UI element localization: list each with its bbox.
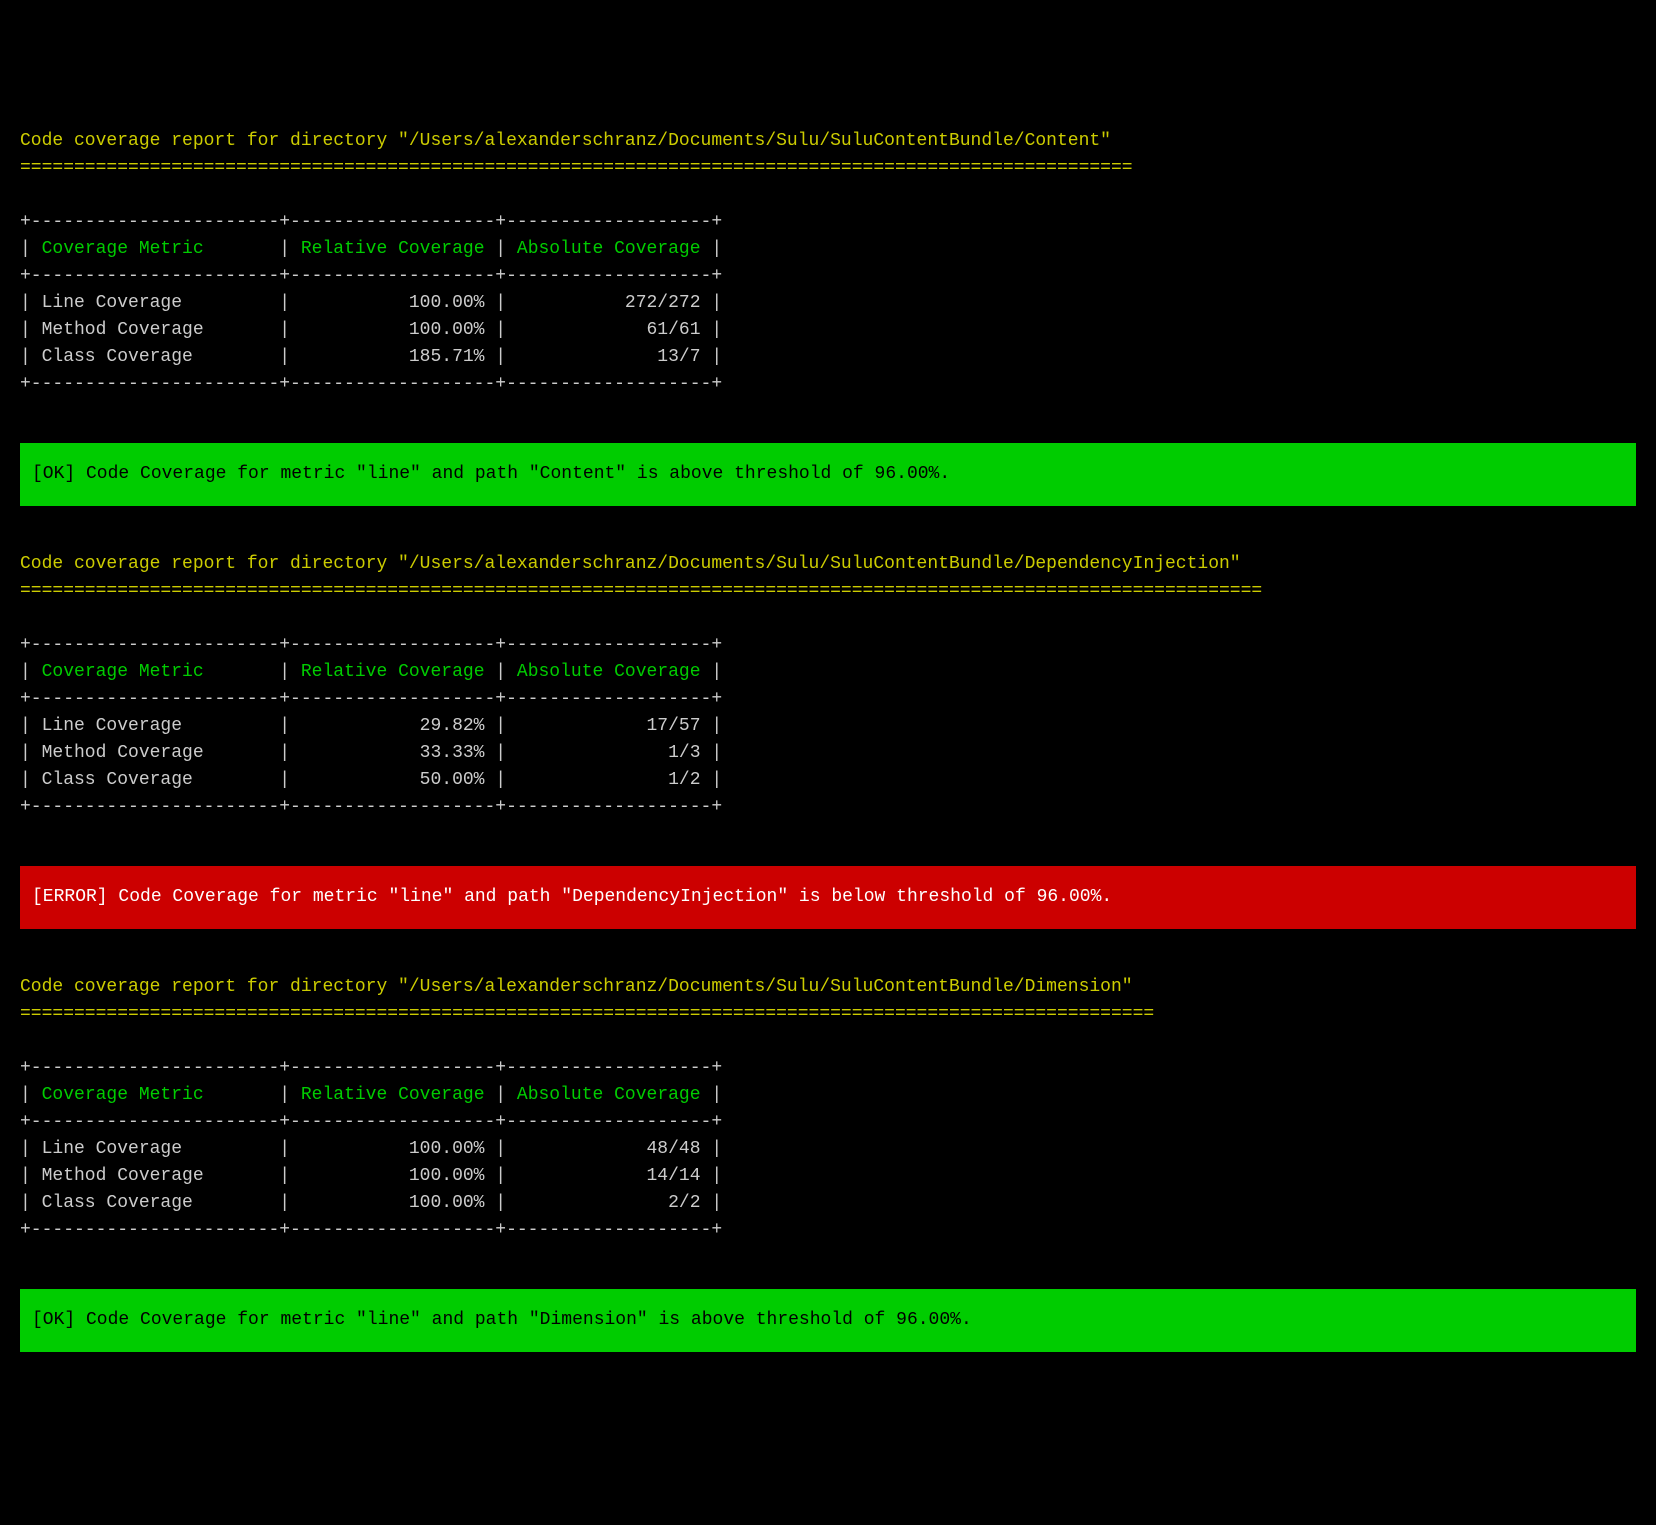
report-section: Code coverage report for directory "/Use…	[20, 128, 1636, 551]
table-row: | Class Coverage | 185.71% | 13/7 |	[20, 347, 722, 367]
table-divider: +-----------------------+---------------…	[20, 689, 722, 709]
table-header-row: | Coverage Metric | Relative Coverage | …	[20, 1085, 722, 1105]
report-title: Code coverage report for directory "/Use…	[20, 554, 1241, 574]
report-section: Code coverage report for directory "/Use…	[20, 974, 1636, 1352]
report-title: Code coverage report for directory "/Use…	[20, 131, 1111, 151]
report-underline: ========================================…	[20, 581, 1262, 601]
table-divider: +-----------------------+---------------…	[20, 635, 722, 655]
report-underline: ========================================…	[20, 158, 1133, 178]
table-divider: +-----------------------+---------------…	[20, 1058, 722, 1078]
table-divider: +-----------------------+---------------…	[20, 797, 722, 817]
status-ok-box: [OK] Code Coverage for metric "line" and…	[20, 1289, 1636, 1352]
table-row: | Method Coverage | 33.33% | 1/3 |	[20, 743, 722, 763]
terminal-output: Code coverage report for directory "/Use…	[20, 128, 1636, 1352]
table-divider: +-----------------------+---------------…	[20, 1112, 722, 1132]
table-divider: +-----------------------+---------------…	[20, 374, 722, 394]
table-divider: +-----------------------+---------------…	[20, 1220, 722, 1240]
report-section: Code coverage report for directory "/Use…	[20, 551, 1636, 974]
table-row: | Method Coverage | 100.00% | 61/61 |	[20, 320, 722, 340]
report-title: Code coverage report for directory "/Use…	[20, 977, 1133, 997]
table-row: | Class Coverage | 100.00% | 2/2 |	[20, 1193, 722, 1213]
table-row: | Line Coverage | 29.82% | 17/57 |	[20, 716, 722, 736]
report-underline: ========================================…	[20, 1004, 1154, 1024]
status-ok-box: [OK] Code Coverage for metric "line" and…	[20, 443, 1636, 506]
status-error-box: [ERROR] Code Coverage for metric "line" …	[20, 866, 1636, 929]
table-row: | Line Coverage | 100.00% | 272/272 |	[20, 293, 722, 313]
table-header-row: | Coverage Metric | Relative Coverage | …	[20, 239, 722, 259]
table-row: | Line Coverage | 100.00% | 48/48 |	[20, 1139, 722, 1159]
table-row: | Class Coverage | 50.00% | 1/2 |	[20, 770, 722, 790]
table-divider: +-----------------------+---------------…	[20, 212, 722, 232]
table-row: | Method Coverage | 100.00% | 14/14 |	[20, 1166, 722, 1186]
table-header-row: | Coverage Metric | Relative Coverage | …	[20, 662, 722, 682]
table-divider: +-----------------------+---------------…	[20, 266, 722, 286]
